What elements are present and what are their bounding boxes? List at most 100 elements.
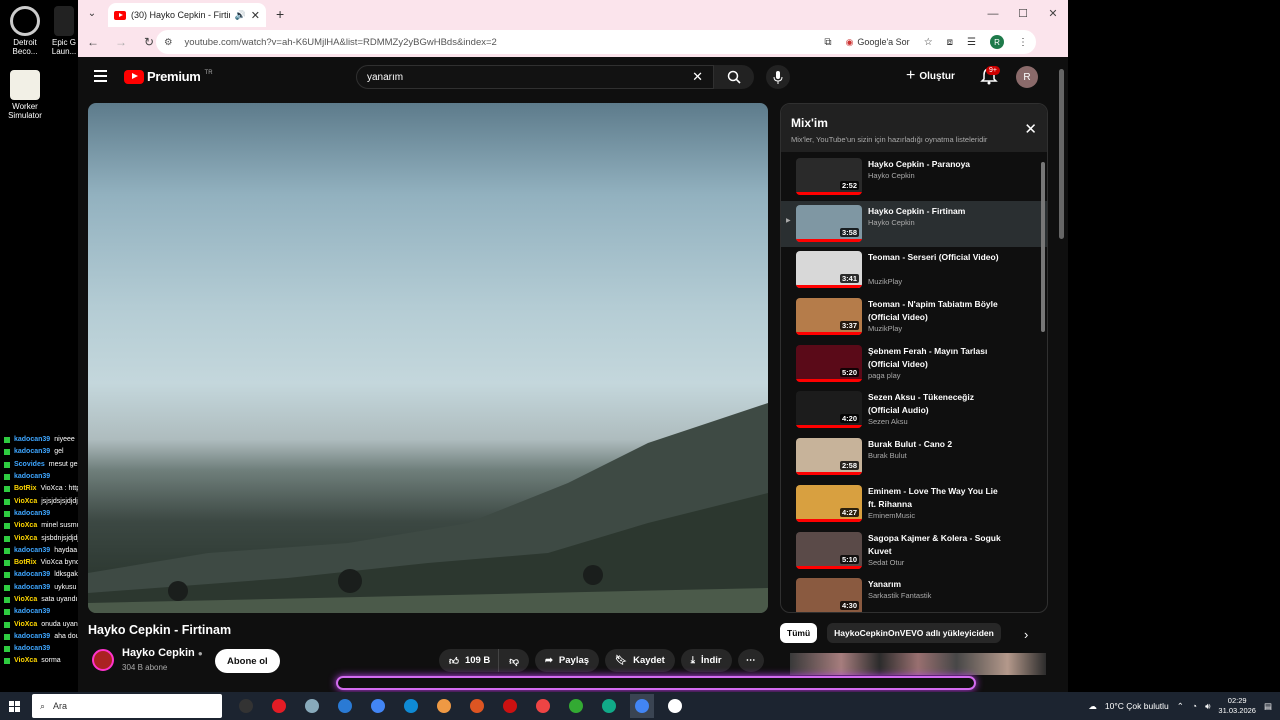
taskbar-app-icon[interactable] [531,694,555,718]
mix-thumbnail[interactable]: 4:30 [796,578,862,612]
search-button[interactable] [714,65,754,89]
mix-thumbnail[interactable]: 4:27 [796,484,862,522]
mix-item[interactable]: 5:10 Sagopa Kajmer & Kolera - Soguk Kuvet… [781,528,1047,575]
account-avatar[interactable]: R [1016,66,1038,88]
mix-thumbnail[interactable]: 5:20 [796,344,862,382]
speaker-icon[interactable]: 🔊 [235,10,246,21]
taskbar-app-icon[interactable] [564,694,588,718]
extensions-icon[interactable]: ⧈ [947,37,953,48]
volume-icon[interactable]: 🔊︎ [1205,701,1210,712]
omnibox[interactable]: ⚙ youtube.com/watch?v=ah-K6UMjlHA&list=R… [156,30,1036,54]
taskbar-app-icon[interactable] [432,694,456,718]
dislike-button[interactable]: 👎︎ [498,649,529,672]
mix-item[interactable]: 2:52 Hayko Cepkin - Paranoya Hayko Cepkin [781,154,1047,201]
mix-item[interactable]: 3:37 Teoman - N'apim Tabiatım Böyle (Offi… [781,294,1047,341]
taskbar-app-icon[interactable] [234,694,258,718]
mix-item[interactable]: 4:27 Eminem - Love The Way You Lie ft. Ri… [781,481,1047,528]
mix-thumbnail[interactable]: 4:20 [796,391,862,429]
taskbar-app-icon[interactable] [333,694,357,718]
youtube-logo[interactable]: Premium TR [124,69,213,84]
close-window-icon[interactable]: ✕ [1038,0,1068,27]
network-icon[interactable]: ◔ [1192,701,1197,711]
youtube-favicon-icon [114,10,126,20]
like-button[interactable]: 👍︎ 109 B [439,649,499,672]
taskbar: ⌕ Ara ☁ 10°C Çok bulutlu ⌃ ◔ 🔊︎ 02:29 31… [0,692,1280,720]
maximize-icon[interactable]: ☐ [1008,0,1038,27]
bookmark-star-icon[interactable]: ☆ [924,37,933,48]
verified-icon: ● [197,649,203,658]
clock[interactable]: 02:29 31.03.2026 [1218,696,1256,716]
recommendation-thumbnails[interactable] [790,653,1046,675]
minimize-icon[interactable]: — [978,0,1008,27]
mix-thumbnail[interactable]: 3:58 [796,204,862,242]
voice-search-button[interactable] [766,65,790,89]
mix-thumbnail[interactable]: 5:10 [796,531,862,569]
mix-item[interactable]: 5:20 Şebnem Ferah - Mayın Tarlası (Offici… [781,341,1047,388]
mix-item[interactable]: 4:20 Sezen Aksu - Tükeneceğiz (Official A… [781,387,1047,434]
download-button[interactable]: ⤓ İndir [680,649,732,672]
taskbar-app-icon[interactable] [498,694,522,718]
close-tab-icon[interactable]: ✕ [251,9,260,22]
mix-item[interactable]: ▶ 3:58 Hayko Cepkin - Firtinam Hayko Cepkin [781,200,1047,248]
taskbar-search[interactable]: ⌕ Ara [32,694,222,718]
taskbar-app-icon[interactable] [267,694,291,718]
channel-name[interactable]: Hayko Cepkin ● [122,647,203,659]
page-scrollbar[interactable] [1059,69,1064,239]
youtube-page: Premium TR ✕ + Oluştur 9+ [78,57,1068,692]
desktop-icon-detroit[interactable]: Detroit Beco... [0,6,50,56]
reading-list-icon[interactable]: ☰ [967,37,976,48]
desktop-icon-epic[interactable]: Epic G Laun... [46,6,82,56]
chevron-right-icon[interactable]: › [1024,627,1028,642]
back-icon[interactable]: ← [84,35,102,49]
mix-duration: 5:20 [839,367,859,377]
hamburger-menu-icon[interactable] [94,70,107,85]
taskbar-app-icon[interactable] [465,694,489,718]
tab-bar: ⌄ (30) Hayko Cepkin - Firtinam 🔊 ✕ + — ☐… [78,0,1068,27]
video-player[interactable] [88,103,768,613]
mix-thumbnail[interactable]: 2:52 [796,158,862,195]
new-tab-button[interactable]: + [276,6,284,22]
taskbar-app-icon[interactable] [300,694,324,718]
site-info-icon[interactable]: ⚙ [164,37,173,48]
mix-item-title: Teoman - Serseri (Official Video) [868,252,999,263]
mix-scrollbar[interactable] [1041,162,1045,332]
mix-item[interactable]: 3:41 Teoman - Serseri (Official Video) Muz… [781,247,1047,294]
taskbar-app-icon[interactable] [663,694,687,718]
taskbar-app-icon[interactable] [630,694,654,718]
filter-chip[interactable]: Tümü [780,623,818,643]
desktop-icon-worker-simulator[interactable]: Worker Simulator [0,70,50,120]
subscribe-button[interactable]: Abone ol [215,649,280,673]
tab-active[interactable]: (30) Hayko Cepkin - Firtinam 🔊 ✕ [108,3,266,27]
google-sor-button[interactable]: ◉ Google'a Sor [846,37,910,48]
filter-chip[interactable]: HaykoCepkinOnVEVO adlı yükleyiciden [827,623,1001,643]
mix-item[interactable]: 2:58 Burak Bulut - Cano 2 Burak Bulut [781,434,1047,481]
more-actions-icon[interactable]: ⋯ [737,649,764,672]
tray-chevron-icon[interactable]: ⌃ [1177,701,1184,712]
start-button[interactable] [0,692,28,720]
notifications-icon[interactable]: ▤ [1264,701,1272,712]
profile-icon[interactable]: R [990,35,1004,49]
save-button[interactable]: 🔖︎ Kaydet [605,649,675,672]
share-button[interactable]: ➦ Paylaş [534,649,600,672]
taskbar-app-icon[interactable] [399,694,423,718]
taskbar-app-icon[interactable] [366,694,390,718]
menu-icon[interactable]: ⋮ [1018,37,1028,48]
forward-icon[interactable]: → [112,35,130,49]
weather-text[interactable]: 10°C Çok bulutlu [1105,701,1169,711]
mix-thumbnail[interactable]: 3:37 [796,298,862,336]
chat-text: gel [54,448,64,456]
chat-text: sjsbdnjsjdjdjs [41,534,83,542]
search-input[interactable] [367,71,693,83]
cast-icon[interactable]: ⧉ [824,37,831,48]
channel-avatar[interactable] [92,649,114,671]
tab-search-button[interactable]: ⌄ [82,5,102,23]
mix-thumbnail[interactable]: 3:41 [796,251,862,289]
create-button[interactable]: + Oluştur [906,67,955,85]
mix-item[interactable]: 4:30 Yanarım Sarkastik Fantastik [781,574,1047,612]
close-mix-icon[interactable]: ✕ [1024,120,1037,138]
channel-subs: 304 B abone [122,663,168,672]
mix-thumbnail[interactable]: 2:58 [796,438,862,476]
taskbar-app-icon[interactable] [597,694,621,718]
mix-panel: Mix'im Mix'ler, YouTube'un sizin için ha… [780,103,1048,613]
clear-search-icon[interactable]: ✕ [692,69,703,85]
